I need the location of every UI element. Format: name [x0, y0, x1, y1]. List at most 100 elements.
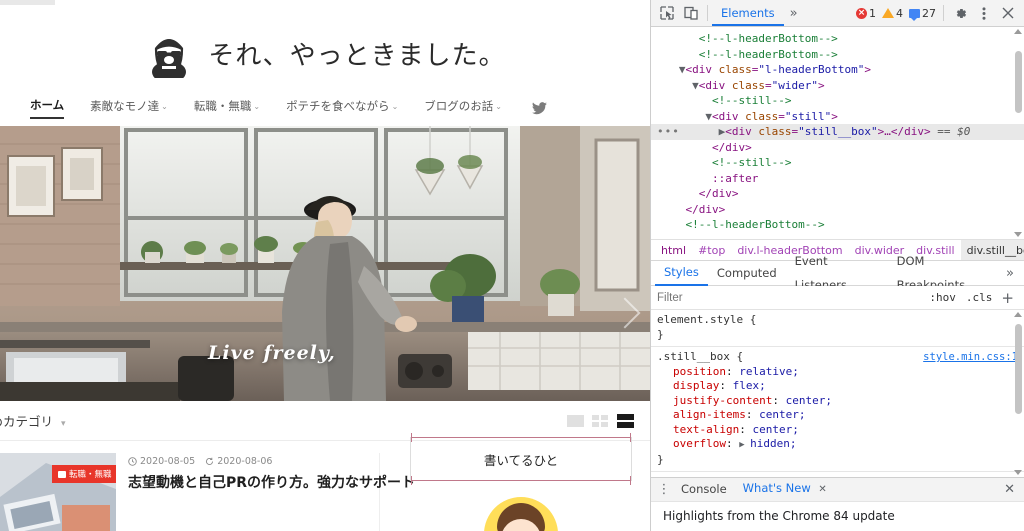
dom-node-line[interactable]: ::after [651, 171, 1024, 187]
element-classes-button[interactable]: .cls [961, 291, 998, 304]
browser-chrome-strip [0, 0, 55, 5]
nav-item-snacks[interactable]: ポテチを食べながら ⌄ [286, 98, 398, 118]
drawer-more-vertical-icon[interactable]: ⋮ [655, 483, 673, 496]
info-count: 27 [922, 6, 936, 20]
post-published-date: 2020-08-05 [140, 456, 196, 467]
gear-icon[interactable] [948, 2, 972, 24]
view-mode-large-icon[interactable] [567, 414, 584, 428]
post-card[interactable]: 転職・無職 2020-08-05 2020-08-06 志望動機と自己PRの作り… [0, 453, 415, 531]
site-nav: ホーム 素敵なモノ達 ⌄ 転職・無職 ⌄ ポテチを食べながら ⌄ ブログのお話 … [0, 90, 650, 126]
tab-computed[interactable]: Computed [708, 261, 786, 285]
post-thumbnail: 転職・無職 [0, 453, 116, 531]
chevron-down-icon: ⌄ [253, 101, 261, 111]
category-bar: …めカテゴリ ▾ [0, 401, 650, 441]
nav-item-goods[interactable]: 素敵なモノ達 ⌄ [90, 98, 168, 118]
drawer-close-icon[interactable]: ✕ [999, 482, 1020, 497]
dom-node-line[interactable]: <!--l-headerBottom--> [651, 47, 1024, 63]
refresh-icon [206, 457, 214, 465]
view-mode-list-icon[interactable] [617, 413, 634, 428]
drawer-tab-label: What's New [742, 480, 811, 495]
css-declaration[interactable]: text-align: center; [657, 423, 1018, 438]
scroll-down-arrow[interactable] [1014, 232, 1022, 237]
more-tabs-icon[interactable]: » [784, 6, 804, 21]
css-source-link[interactable]: style.min.css:1 [923, 475, 1018, 477]
drawer-tab-whats-new[interactable]: What's New ✕ [734, 477, 835, 503]
nav-item-career[interactable]: 転職・無職 ⌄ [194, 98, 260, 118]
warning-count: 4 [896, 6, 903, 20]
hero-slider[interactable]: Live freely, Live hard. [0, 126, 650, 401]
css-declaration[interactable]: align-items: center; [657, 408, 1018, 423]
plus-icon[interactable]: + [997, 289, 1018, 307]
dom-node-line[interactable]: </div> [651, 186, 1024, 202]
css-source-link[interactable]: style.min.css:1 [923, 350, 1018, 365]
styles-scroll-down-arrow[interactable] [1014, 470, 1022, 475]
site-title: それ、やっときました。 [208, 40, 506, 71]
dom-node-line[interactable]: <!--l-headerBottom--> [651, 31, 1024, 47]
devtools-ruler-tick [630, 476, 631, 485]
css-declaration[interactable]: position: relative; [657, 365, 1018, 380]
site-header: それ、やっときました。 ホーム 素敵なモノ達 ⌄ 転職・無職 ⌄ ポテチを食べな… [0, 0, 650, 126]
chevron-down-icon: ⌄ [495, 101, 502, 111]
css-declaration[interactable]: display: flex; [657, 379, 1018, 394]
dom-node-line[interactable]: ▼<div class="wider"> [651, 78, 1024, 94]
nav-item-blog[interactable]: ブログのお話 ⌄ [424, 98, 502, 118]
css-rule[interactable]: .still__bg, .still__box, .still__img {st… [651, 472, 1024, 477]
hover-state-button[interactable]: :hov [924, 291, 961, 304]
tab-styles[interactable]: Styles [655, 260, 708, 286]
styles-scrollbar[interactable] [1015, 324, 1022, 414]
nav-item-home[interactable]: ホーム [30, 97, 65, 119]
breadcrumb-item-html[interactable]: html [655, 240, 692, 260]
dom-tree-scrollbar[interactable] [1015, 51, 1022, 113]
close-icon[interactable]: ✕ [818, 484, 826, 495]
dom-node-line[interactable]: ••• ▶<div class="still__box">…</div> == … [651, 124, 1024, 140]
twitter-bird-icon[interactable] [532, 101, 547, 115]
more-vertical-icon[interactable] [972, 2, 996, 24]
inspect-cursor-icon[interactable] [655, 2, 679, 24]
device-toolbar-icon[interactable] [679, 2, 703, 24]
more-sidebar-tabs-icon[interactable]: » [1000, 266, 1020, 281]
css-selector[interactable]: element.style { [657, 313, 1018, 328]
expand-icon[interactable]: ▶ [739, 440, 750, 450]
dom-node-line[interactable]: <!--still--> [651, 155, 1024, 171]
warning-counter[interactable]: 4 [882, 7, 903, 20]
dom-tree-lines: <!--l-headerBottom--> <!--l-headerBottom… [651, 31, 1024, 233]
css-rule[interactable]: element.style {} [651, 310, 1024, 347]
dom-node-line[interactable]: <!--still--> [651, 93, 1024, 109]
issue-counters: × 1 4 27 [856, 6, 939, 21]
warning-icon [882, 8, 894, 18]
dom-node-line[interactable]: <!--l-headerBottom--> [651, 217, 1024, 233]
nav-item-label: 転職・無職 [193, 99, 252, 113]
styles-scroll-up-arrow[interactable] [1014, 312, 1022, 317]
scroll-up-arrow[interactable] [1014, 29, 1022, 34]
styles-pane[interactable]: element.style {} .still__box {style.min.c… [651, 310, 1024, 477]
devtools-ruler-bottom [411, 480, 631, 481]
dom-node-line[interactable]: ▼<div class="l-headerBottom"> [651, 62, 1024, 78]
dom-tree[interactable]: <!--l-headerBottom--> <!--l-headerBottom… [651, 27, 1024, 239]
error-icon: × [856, 7, 867, 19]
css-rule[interactable]: .still__box {style.min.css:1 position: re… [651, 347, 1024, 472]
dom-node-line[interactable]: </div> [651, 140, 1024, 156]
css-declaration[interactable]: justify-content: center; [657, 394, 1018, 409]
post-title[interactable]: 志望動機と自己PRの作り方。強力なサポート [128, 474, 415, 493]
dom-node-line[interactable]: </div> [651, 202, 1024, 218]
view-mode-toggles [567, 413, 634, 428]
post-card-body: 2020-08-05 2020-08-06 志望動機と自己PRの作り方。強力なサ… [116, 453, 415, 531]
error-counter[interactable]: × 1 [856, 7, 876, 20]
breadcrumb-item-top[interactable]: #top [692, 240, 731, 260]
sidebar-widget-title: 書いてるひと [483, 452, 559, 468]
tab-elements[interactable]: Elements [712, 0, 784, 26]
site-logo-row[interactable]: それ、やっときました。 [0, 22, 650, 84]
node-menu-dots[interactable]: ••• [657, 124, 680, 140]
styles-rules: element.style {} .still__box {style.min.c… [651, 310, 1024, 477]
devtools-panel: Elements » × 1 4 27 <!--l-headerBottom--… [650, 0, 1024, 531]
filter-input[interactable] [657, 291, 925, 304]
dom-node-line[interactable]: ▼<div class="still"> [651, 109, 1024, 125]
hero-line-1: Live freely, [208, 342, 336, 364]
drawer-tab-console[interactable]: Console [673, 478, 735, 501]
css-declaration[interactable]: overflow: ▶ hidden; [657, 437, 1018, 453]
post-category-badge[interactable]: 転職・無職 [52, 465, 116, 483]
close-icon[interactable] [996, 2, 1020, 24]
nav-item-label: 素敵なモノ達 [90, 99, 160, 113]
info-counter[interactable]: 27 [909, 6, 936, 21]
view-mode-grid-icon[interactable] [592, 414, 609, 428]
